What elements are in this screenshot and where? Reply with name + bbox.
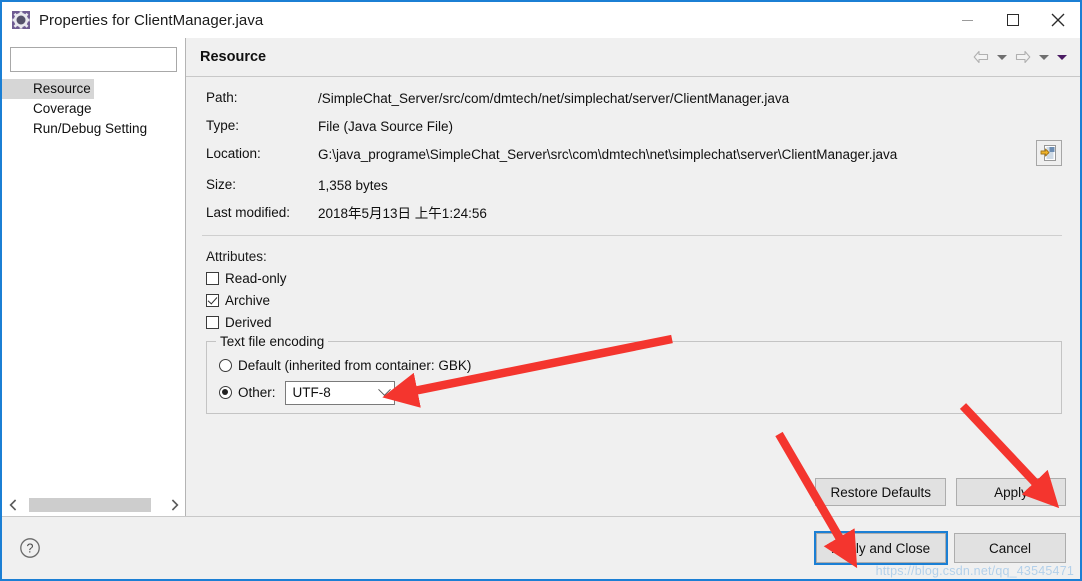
property-label: Type:: [206, 118, 240, 133]
filter-box[interactable]: [10, 47, 177, 72]
back-button[interactable]: [970, 46, 992, 68]
archive-checkbox[interactable]: [206, 294, 219, 307]
settings-tree: Resource Coverage Run/Debug Setting: [2, 79, 185, 493]
property-value-path: /SimpleChat_Server/src/com/dmtech/net/si…: [318, 91, 790, 106]
resource-page: Resource Path: /SimpleChat_Server/src/co…: [186, 38, 1080, 516]
restore-defaults-button[interactable]: Restore Defaults: [815, 478, 946, 506]
dialog-footer: ? Apply and Close Cancel https://blog.cs…: [2, 516, 1080, 579]
property-value-last-modified: 2018年5月13日 上午1:24:56: [318, 206, 487, 221]
minimize-icon: [962, 19, 973, 21]
property-row-last-modified: Last modified: 2018年5月13日 上午1:24:56: [206, 205, 1064, 222]
sidebar: Resource Coverage Run/Debug Setting: [2, 38, 185, 516]
gear-icon: [12, 11, 30, 29]
property-row-path: Path: /SimpleChat_Server/src/com/dmtech/…: [206, 90, 1064, 107]
forward-button[interactable]: [1012, 46, 1034, 68]
page-action-buttons: Restore Defaults Apply: [815, 478, 1066, 506]
copy-to-file-icon: [1040, 145, 1056, 161]
dialog-action-buttons: Apply and Close Cancel: [814, 531, 1066, 565]
scrollbar-thumb[interactable]: [29, 497, 151, 512]
text-file-encoding-group: Text file encoding Default (inherited fr…: [206, 334, 1062, 414]
properties-dialog: Properties for ClientManager.java Resour…: [0, 0, 1082, 581]
property-label: Last modified:: [206, 205, 291, 220]
property-row-location: Location: G:\java_programe\SimpleChat_Se…: [206, 140, 1064, 166]
archive-label: Archive: [225, 293, 271, 308]
encoding-combo-value: UTF-8: [292, 385, 331, 400]
page-content: Path: /SimpleChat_Server/src/com/dmtech/…: [186, 77, 1080, 516]
sidebar-item-coverage[interactable]: Coverage: [2, 99, 95, 119]
forward-history-menu-button[interactable]: [1036, 46, 1052, 68]
property-label: Size:: [206, 177, 237, 192]
sidebar-item-resource[interactable]: Resource: [2, 79, 94, 99]
default-encoding-label: Default (inherited from container: GBK): [238, 358, 472, 373]
derived-label: Derived: [225, 315, 272, 330]
apply-button[interactable]: Apply: [956, 478, 1066, 506]
attributes-label: Attributes:: [206, 249, 267, 264]
sidebar-item-run-debug-setting[interactable]: Run/Debug Setting: [2, 119, 150, 139]
back-history-menu-button[interactable]: [994, 46, 1010, 68]
default-encoding-radio[interactable]: [219, 359, 232, 372]
title-bar: Properties for ClientManager.java: [2, 2, 1080, 38]
page-header-navigation: [970, 38, 1070, 76]
dialog-body: Resource Coverage Run/Debug Setting Reso…: [2, 38, 1080, 516]
property-label: Location:: [206, 146, 261, 161]
page-title: Resource: [200, 49, 267, 65]
read-only-label: Read-only: [225, 271, 287, 286]
arrow-left-icon: [973, 50, 989, 64]
maximize-button[interactable]: [990, 2, 1035, 38]
minimize-button[interactable]: [945, 2, 990, 38]
arrow-right-icon: [1015, 50, 1031, 64]
chevron-right-icon[interactable]: [163, 494, 185, 516]
chevron-down-icon: [997, 54, 1007, 60]
watermark-text: https://blog.csdn.net/qq_43545471: [875, 564, 1074, 578]
property-value-size: 1,358 bytes: [318, 178, 388, 193]
help-circle-icon[interactable]: ?: [19, 537, 41, 559]
chevron-left-icon[interactable]: [2, 494, 24, 516]
property-row-type: Type: File (Java Source File): [206, 118, 1064, 135]
filter-input[interactable]: [11, 48, 176, 71]
chevron-down-icon: [1057, 54, 1067, 60]
checkbox-row-archive[interactable]: Archive: [206, 291, 1064, 310]
property-value-type: File (Java Source File): [318, 119, 454, 134]
svg-text:?: ?: [27, 542, 34, 556]
encoding-combo-box[interactable]: UTF-8: [284, 380, 395, 405]
text-file-encoding-legend: Text file encoding: [216, 334, 329, 349]
checkbox-row-read-only[interactable]: Read-only: [206, 269, 1064, 288]
close-icon: [1051, 13, 1064, 27]
property-label: Path:: [206, 90, 238, 105]
read-only-checkbox[interactable]: [206, 272, 219, 285]
derived-checkbox[interactable]: [206, 316, 219, 329]
close-button[interactable]: [1035, 2, 1080, 38]
section-divider: [202, 235, 1062, 236]
scrollbar-track[interactable]: [24, 497, 163, 512]
chevron-down-icon: [1039, 54, 1049, 60]
view-menu-button[interactable]: [1054, 46, 1070, 68]
window-controls: [945, 2, 1080, 38]
property-row-size: Size: 1,358 bytes: [206, 177, 1064, 194]
radio-row-other-encoding[interactable]: Other: UTF-8: [219, 380, 1051, 405]
other-encoding-label: Other:: [238, 385, 276, 400]
apply-and-close-button[interactable]: Apply and Close: [814, 531, 948, 565]
cancel-button[interactable]: Cancel: [954, 533, 1066, 563]
checkbox-row-derived[interactable]: Derived: [206, 313, 1064, 332]
sidebar-horizontal-scrollbar[interactable]: [2, 493, 185, 516]
copy-to-file-button[interactable]: [1036, 140, 1062, 166]
other-encoding-radio[interactable]: [219, 386, 232, 399]
maximize-icon: [1006, 14, 1019, 26]
property-value-location: G:\java_programe\SimpleChat_Server\src\c…: [318, 147, 898, 162]
chevron-down-icon: [377, 383, 391, 397]
window-title: Properties for ClientManager.java: [39, 11, 264, 29]
radio-row-default-encoding[interactable]: Default (inherited from container: GBK): [219, 355, 1051, 376]
page-header: Resource: [186, 38, 1080, 77]
